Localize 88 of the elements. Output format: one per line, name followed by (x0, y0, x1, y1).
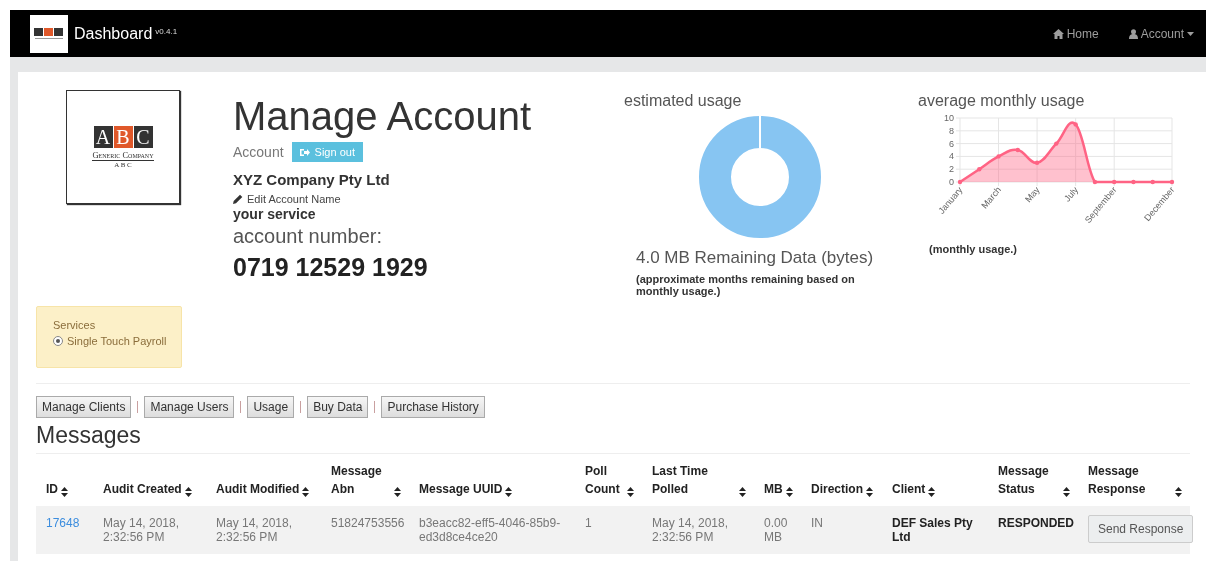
section-title: Messages (36, 422, 1190, 454)
data-point (996, 154, 1001, 159)
data-point (1112, 179, 1117, 185)
account-number: 0719 12529 1929 (233, 253, 429, 282)
data-point (1092, 179, 1098, 185)
sort-icon (394, 486, 401, 497)
column-header[interactable]: MB (764, 480, 783, 498)
data-point (1015, 147, 1020, 153)
logo-name: Generic Company (92, 149, 154, 161)
sort-icon (61, 486, 68, 497)
data-point (977, 167, 982, 172)
y-tick-label: 2 (949, 164, 954, 175)
column-header[interactable]: Audit Modified (216, 480, 300, 498)
y-tick-label: 8 (949, 125, 954, 136)
brand-title[interactable]: Dashboard (74, 24, 153, 43)
column-header[interactable]: Message UUID (419, 480, 503, 498)
action-button[interactable]: Purchase History (381, 396, 485, 418)
table-cell: 1 (575, 506, 642, 554)
usage-note: (approximate months remaining based on monthly usage.) (636, 273, 856, 297)
table-cell: 51824753556 (321, 506, 409, 554)
sort-icon (866, 486, 873, 497)
data-point (1073, 122, 1078, 127)
user-icon (1128, 28, 1138, 39)
column-header[interactable]: Message Abn (331, 462, 391, 498)
sort-icon (785, 486, 793, 497)
chart-title: average monthly usage (918, 92, 1086, 110)
table-cell: RESPONDED (988, 506, 1078, 554)
column-header[interactable]: Audit Created (103, 480, 182, 498)
column-header[interactable]: Last Time Polled (652, 462, 736, 498)
pencil-icon (233, 194, 243, 204)
column-header[interactable]: Message Status (998, 462, 1060, 498)
services-title: Services (53, 319, 97, 331)
x-tick-label: July (1062, 184, 1081, 204)
action-button[interactable]: Buy Data (307, 396, 369, 418)
logo-letter: A (93, 125, 113, 148)
service-label[interactable]: Single Touch Payroll (67, 335, 167, 347)
y-tick-label: 10 (944, 113, 954, 123)
logo-letter: C (133, 125, 153, 148)
nav-link[interactable]: Account (1128, 26, 1194, 41)
sort-icon (302, 486, 310, 497)
brand-logo[interactable] (30, 14, 68, 53)
action-button[interactable]: Manage Users (144, 396, 235, 418)
column-header[interactable]: Client (892, 480, 926, 498)
sort-icon (505, 486, 513, 497)
data-point (1034, 160, 1040, 165)
chart-title: estimated usage (624, 92, 743, 110)
data-point (1169, 179, 1175, 185)
table-cell: 0.00 MB (754, 506, 801, 554)
data-point (1131, 179, 1136, 185)
column-header[interactable]: Message Response (1088, 462, 1172, 498)
account-number-label: account number: (233, 225, 383, 248)
table-cell: May 14, 2018, 2:32:56 PM (206, 506, 321, 554)
sort-icon (184, 486, 192, 497)
version-label: v0.4.1 (155, 27, 178, 36)
action-button[interactable]: Usage (247, 396, 295, 418)
radio-button[interactable] (53, 336, 63, 346)
y-tick-label: 6 (949, 138, 954, 149)
sort-icon (739, 486, 746, 497)
data-point (957, 179, 963, 185)
chart-note: (monthly usage.) (929, 243, 1018, 255)
table-cell: DEF Sales Pty Ltd (882, 506, 988, 554)
sort-icon (627, 486, 634, 497)
service-name: your service (233, 206, 317, 222)
nav-link[interactable]: Home (1052, 26, 1099, 41)
logo-letter: B (113, 125, 133, 148)
data-point (1150, 179, 1155, 185)
y-tick-label: 4 (949, 151, 954, 162)
sort-icon (928, 486, 936, 497)
action-button[interactable]: Manage Clients (36, 396, 132, 418)
sort-icon (1175, 486, 1182, 497)
table-cell: b3eacc82-eff5-4046-85b9-ed3d8ce4ce20 (409, 506, 575, 554)
column-header[interactable]: ID (46, 480, 58, 498)
data-point (1054, 141, 1059, 146)
table-cell: May 14, 2018, 2:32:56 PM (93, 506, 206, 554)
table-cell: IN (801, 506, 882, 554)
remaining-data: 4.0 MB Remaining Data (bytes) (636, 248, 875, 268)
column-header[interactable]: Poll Count (585, 462, 624, 498)
company-name: XYZ Company Pty Ltd (233, 171, 391, 188)
sign-out-icon (299, 147, 310, 157)
page-title: Manage Account (233, 93, 532, 140)
y-tick-label: 0 (949, 177, 954, 187)
edit-link[interactable]: Edit Account Name (233, 193, 624, 205)
send-response-button[interactable]: Send Response (1088, 515, 1194, 543)
account-label: Account (233, 144, 284, 160)
home-icon (1052, 28, 1064, 39)
table-cell: May 14, 2018, 2:32:56 PM (642, 506, 754, 554)
column-header[interactable]: Direction (811, 480, 863, 498)
sort-icon (1063, 486, 1070, 497)
